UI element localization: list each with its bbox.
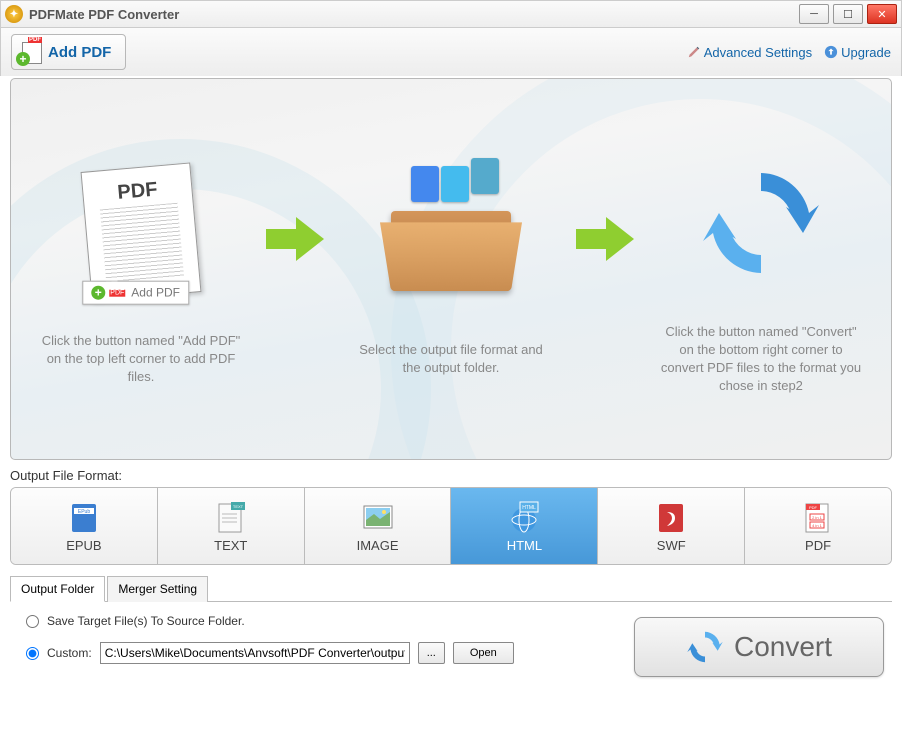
toolbar: PDF Add PDF Advanced Settings Upgrade <box>0 28 902 76</box>
step-1-text: Click the button named "Add PDF" on the … <box>31 332 251 387</box>
format-image[interactable]: IMAGE <box>305 488 452 564</box>
tab-merger-setting[interactable]: Merger Setting <box>107 576 208 602</box>
format-epub[interactable]: EPub EPUB <box>11 488 158 564</box>
format-label: EPUB <box>66 538 101 553</box>
image-icon <box>360 500 396 536</box>
add-pdf-label: Add PDF <box>48 44 111 61</box>
epub-icon: EPub <box>66 500 102 536</box>
convert-button[interactable]: Convert <box>634 617 884 677</box>
convert-label: Convert <box>734 631 832 663</box>
output-format-label: Output File Format: <box>10 468 892 483</box>
source-folder-radio[interactable] <box>26 615 39 628</box>
intro-panel: PDF Add PDF Click the button named "Add … <box>10 78 892 460</box>
custom-folder-label: Custom: <box>47 646 92 660</box>
text-icon: TEXT <box>213 500 249 536</box>
advanced-settings-label: Advanced Settings <box>704 45 812 60</box>
tab-output-folder[interactable]: Output Folder <box>10 576 105 602</box>
svg-text:TEXT: TEXT <box>233 504 244 509</box>
custom-path-input[interactable] <box>100 642 410 664</box>
settings-icon <box>687 45 701 59</box>
html-icon: HTML <box>506 500 542 536</box>
custom-folder-radio[interactable] <box>26 647 39 660</box>
source-folder-label: Save Target File(s) To Source Folder. <box>47 614 245 628</box>
swf-icon <box>653 500 689 536</box>
step-3-text: Click the button named "Convert" on the … <box>651 323 871 396</box>
titlebar: ✦ PDFMate PDF Converter ─ ☐ ✕ <box>0 0 902 28</box>
svg-text:EPub: EPub <box>78 509 90 515</box>
format-pdf[interactable]: PDF 2 in 1 4 in 1 PDF <box>745 488 891 564</box>
tabs: Output Folder Merger Setting <box>10 575 892 601</box>
close-button[interactable]: ✕ <box>867 4 897 24</box>
format-selector: EPub EPUB TEXT TEXT IMAGE HTML HTML SWF … <box>10 487 892 565</box>
convert-cycle-icon <box>701 163 821 283</box>
arrow-icon <box>576 214 636 264</box>
folder-icon <box>386 191 516 291</box>
open-button[interactable]: Open <box>453 642 514 664</box>
format-html[interactable]: HTML HTML <box>451 488 598 564</box>
svg-text:4 in 1: 4 in 1 <box>812 523 823 528</box>
upgrade-link[interactable]: Upgrade <box>824 45 891 60</box>
format-label: TEXT <box>214 538 247 553</box>
format-label: PDF <box>805 538 831 553</box>
app-logo-icon: ✦ <box>5 5 23 23</box>
format-text[interactable]: TEXT TEXT <box>158 488 305 564</box>
pdf-icon: PDF 2 in 1 4 in 1 <box>800 500 836 536</box>
upgrade-label: Upgrade <box>841 45 891 60</box>
step-3: Click the button named "Convert" on the … <box>651 143 871 396</box>
convert-icon <box>686 628 724 666</box>
add-pdf-button[interactable]: PDF Add PDF <box>11 34 126 70</box>
minimize-button[interactable]: ─ <box>799 4 829 24</box>
maximize-button[interactable]: ☐ <box>833 4 863 24</box>
format-swf[interactable]: SWF <box>598 488 745 564</box>
svg-text:PDF: PDF <box>809 505 818 510</box>
advanced-settings-link[interactable]: Advanced Settings <box>687 45 812 60</box>
window-title: PDFMate PDF Converter <box>29 7 799 22</box>
pdf-document-icon: PDF Add PDF <box>81 162 202 301</box>
format-label: IMAGE <box>357 538 399 553</box>
format-label: HTML <box>507 538 542 553</box>
step-2: Select the output file format and the ou… <box>341 161 561 377</box>
format-label: SWF <box>657 538 686 553</box>
step1-add-pdf-label: PDF Add PDF <box>82 280 189 304</box>
svg-text:2 in 1: 2 in 1 <box>812 515 823 520</box>
add-pdf-icon: PDF <box>18 40 42 64</box>
svg-text:HTML: HTML <box>523 505 537 511</box>
step-2-text: Select the output file format and the ou… <box>341 341 561 377</box>
step-1: PDF Add PDF Click the button named "Add … <box>31 152 251 387</box>
browse-button[interactable]: ... <box>418 642 445 664</box>
arrow-icon <box>266 214 326 264</box>
upgrade-icon <box>824 45 838 59</box>
